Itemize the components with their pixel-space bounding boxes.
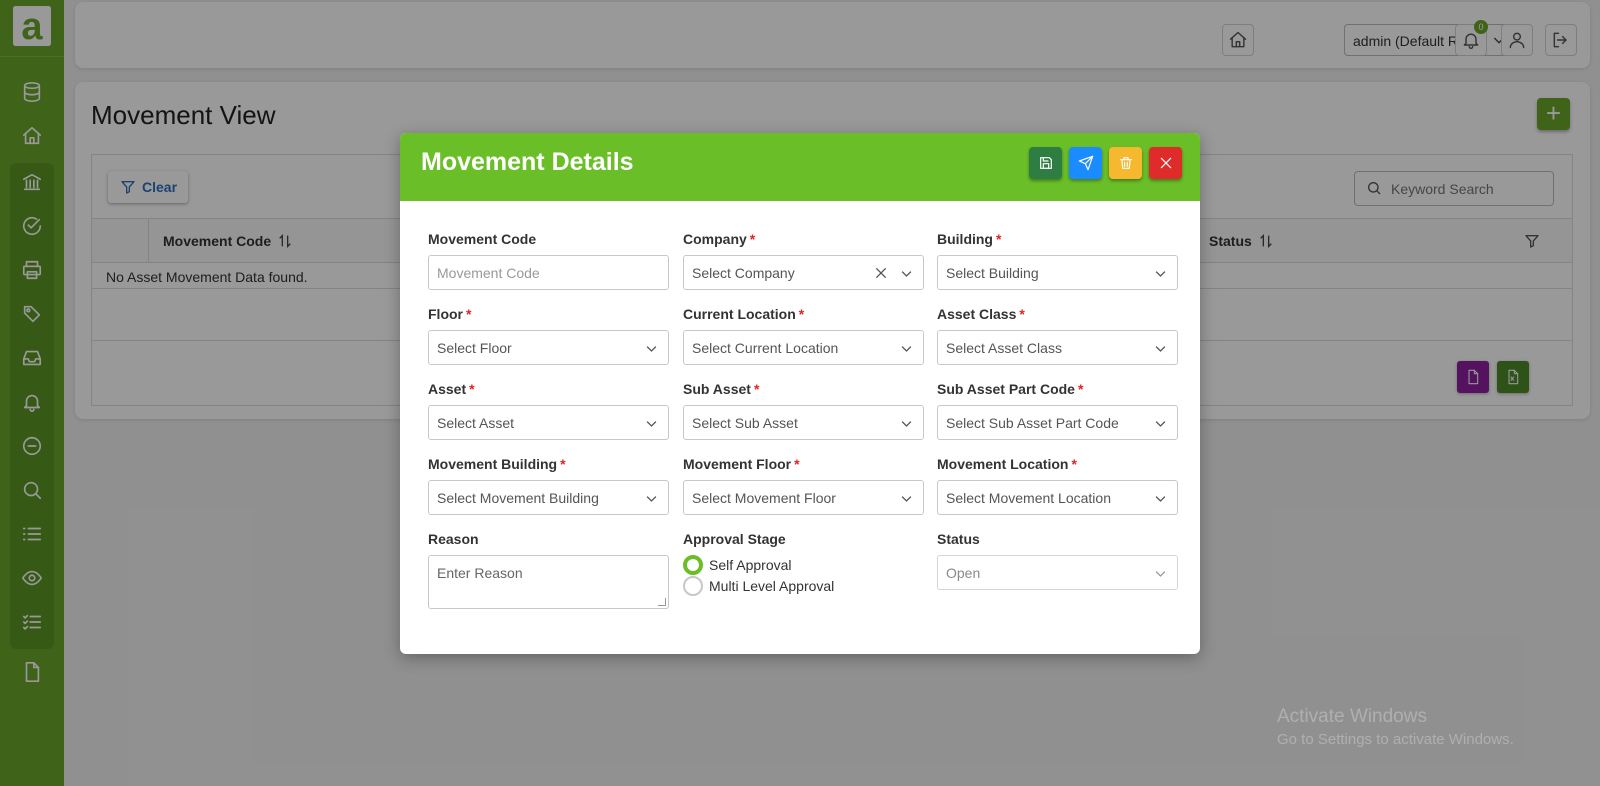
modal-header: Movement Details (400, 133, 1200, 201)
trash-icon (1119, 157, 1132, 169)
floor-select[interactable]: Select Floor (428, 330, 669, 365)
self-approval-label[interactable]: Self Approval (709, 557, 792, 573)
delete-button[interactable] (1109, 147, 1142, 179)
asset-label: Asset * (428, 381, 475, 397)
modal-title: Movement Details (421, 148, 634, 176)
chevron-down-icon (646, 496, 657, 502)
reason-label: Reason (428, 531, 479, 547)
company-select[interactable]: Select Company (683, 255, 924, 290)
movement-details-modal: Movement Details Movement Code Movement … (400, 133, 1200, 654)
chevron-down-icon (901, 346, 912, 352)
chevron-down-icon (1155, 421, 1166, 427)
activate-windows-watermark: Activate Windows (1277, 706, 1427, 727)
multi-level-approval-label[interactable]: Multi Level Approval (709, 578, 834, 594)
sub-asset-select[interactable]: Select Sub Asset (683, 405, 924, 440)
self-approval-radio[interactable] (683, 555, 703, 575)
multi-level-approval-radio[interactable] (683, 576, 703, 596)
movement-code-label: Movement Code (428, 231, 537, 247)
movement-building-label: Movement Building * (428, 456, 566, 472)
activate-windows-subtext: Go to Settings to activate Windows. (1277, 731, 1514, 748)
movement-location-label: Movement Location * (937, 456, 1077, 472)
submit-button[interactable] (1069, 147, 1102, 179)
send-icon (1078, 155, 1093, 171)
approval-stage-label: Approval Stage (683, 531, 786, 547)
movement-floor-label: Movement Floor * (683, 456, 800, 472)
company-label: Company * (683, 231, 756, 247)
close-icon (1160, 157, 1171, 169)
chevron-down-icon (901, 271, 912, 277)
chevron-down-icon (646, 421, 657, 427)
movement-floor-select[interactable]: Select Movement Floor (683, 480, 924, 515)
building-select[interactable]: Select Building (937, 255, 1178, 290)
chevron-down-icon (901, 421, 912, 427)
movement-location-select[interactable]: Select Movement Location (937, 480, 1178, 515)
status-label: Status (937, 531, 980, 547)
chevron-down-icon (1155, 271, 1166, 277)
save-button[interactable] (1029, 147, 1062, 179)
resize-handle[interactable] (658, 598, 666, 606)
asset-class-select[interactable]: Select Asset Class (937, 330, 1178, 365)
sub-asset-part-code-select[interactable]: Select Sub Asset Part Code (937, 405, 1178, 440)
chevron-down-icon (1155, 346, 1166, 352)
current-location-label: Current Location * (683, 306, 805, 322)
movement-code-input[interactable]: Movement Code (428, 255, 669, 290)
reason-textarea[interactable]: Enter Reason (428, 555, 669, 609)
chevron-down-icon (646, 346, 657, 352)
clear-selection-icon[interactable] (873, 265, 889, 281)
sub-asset-part-code-label: Sub Asset Part Code * (937, 381, 1084, 397)
chevron-down-icon (1155, 496, 1166, 502)
asset-class-label: Asset Class * (937, 306, 1025, 322)
chevron-down-icon (1155, 571, 1166, 577)
building-label: Building * (937, 231, 1002, 247)
close-button[interactable] (1149, 147, 1182, 179)
asset-select[interactable]: Select Asset (428, 405, 669, 440)
save-icon (1039, 157, 1052, 169)
chevron-down-icon (901, 496, 912, 502)
status-select: Open (937, 555, 1178, 590)
floor-label: Floor * (428, 306, 472, 322)
current-location-select[interactable]: Select Current Location (683, 330, 924, 365)
movement-building-select[interactable]: Select Movement Building (428, 480, 669, 515)
sub-asset-label: Sub Asset * (683, 381, 760, 397)
